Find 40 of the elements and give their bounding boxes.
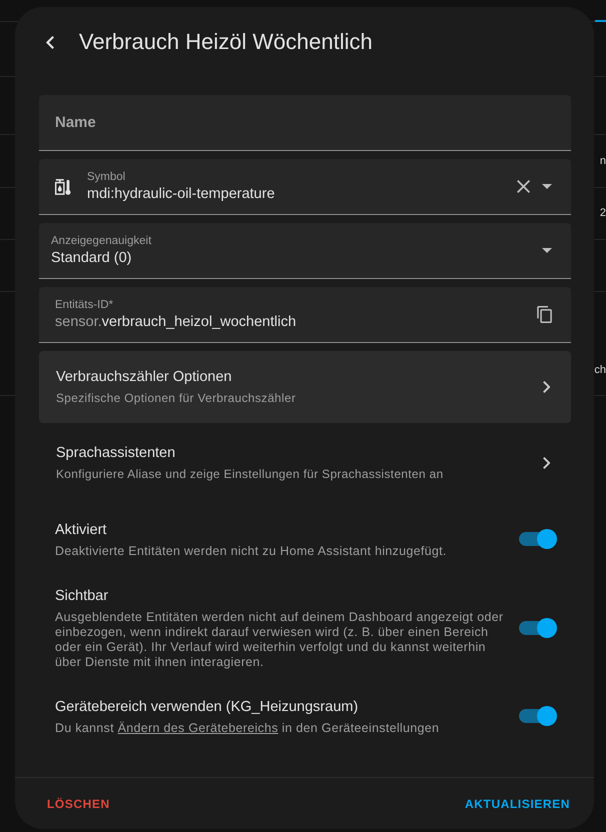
field-label: Name — [55, 112, 96, 132]
field-label: Symbol — [87, 170, 126, 184]
field-value: Standard (0) — [51, 248, 132, 268]
text-field[interactable]: Name — [39, 95, 571, 151]
toggle-switch[interactable] — [519, 706, 557, 726]
switch-title: Gerätebereich verwenden (KG_Heizungsraum) — [55, 698, 358, 717]
icon-picker-field[interactable]: Symbol mdi:hydraulic-oil-temperature — [39, 159, 571, 215]
item-subtitle: Konfiguriere Aliase und zeige Einstellungen für Sprachassistenten an — [56, 466, 444, 483]
item-title: Verbrauchszähler Optionen — [56, 368, 232, 387]
dialog-title: Verbrauch Heizöl Wöchentlich — [79, 28, 372, 56]
chevron-right-icon[interactable] — [542, 457, 550, 469]
back-icon[interactable] — [46, 36, 54, 48]
field-value: mdi:hydraulic-oil-temperature — [87, 184, 275, 204]
field-label: Entitäts-ID* — [55, 298, 114, 312]
text-fragment: 2 — [600, 207, 606, 220]
delete-button[interactable]: LÖSCHEN — [39, 788, 118, 818]
entity-id-field[interactable]: Entitäts-ID* sensor.verbrauch_heizol_wochentlich — [39, 287, 571, 343]
tank-drop-thermometer-icon — [55, 178, 72, 194]
text-fragment: n — [600, 154, 606, 168]
switch-description: Du kannst Ändern des Gerätebereichs in den Geräteeinstellungen — [55, 721, 440, 736]
copy-icon[interactable] — [537, 306, 552, 323]
switch-description: Deaktivierte Entitäten werden nicht zu Home Assistant hinzugefügt. — [55, 544, 447, 559]
dropdown-field[interactable]: Anzeigegenauigkeit Standard (0) — [39, 223, 571, 279]
toggle-switch[interactable] — [519, 618, 557, 638]
switch-description: Ausgeblendete Entitäten werden nicht auf deinem Dashboard angezeigt oder einbezogen, wenn indirekt darauf verwiesen wird (z. B. über einen Bereich oder ein Gerät). Ihr Verlauf wird weiterhin verfolgt und du kannst weiterhin über Dienste mit ihnen interagieren. — [55, 610, 504, 670]
update-button[interactable]: AKTUALISIEREN — [456, 788, 578, 818]
caret-down-icon[interactable] — [542, 248, 552, 253]
settings-link[interactable]: Ändern des Gerätebereichs — [118, 721, 278, 735]
text-fragment: ch — [594, 364, 606, 377]
toggle-switch[interactable] — [519, 529, 557, 549]
item-title: Sprachassistenten — [56, 444, 176, 463]
field-value: sensor.verbrauch_heizol_wochentlich — [55, 312, 296, 332]
chevron-right-icon — [542, 381, 550, 393]
close-icon[interactable] — [517, 180, 530, 193]
caret-down-icon[interactable] — [542, 184, 552, 189]
nav-card[interactable]: Verbrauchszähler Optionen Spezifische Optionen für Verbrauchszähler — [39, 351, 571, 423]
switch-title: Aktiviert — [55, 521, 107, 540]
item-subtitle: Spezifische Optionen für Verbrauchszähler — [56, 390, 296, 407]
field-label: Anzeigegenauigkeit — [51, 234, 152, 248]
switch-title: Sichtbar — [55, 587, 108, 606]
